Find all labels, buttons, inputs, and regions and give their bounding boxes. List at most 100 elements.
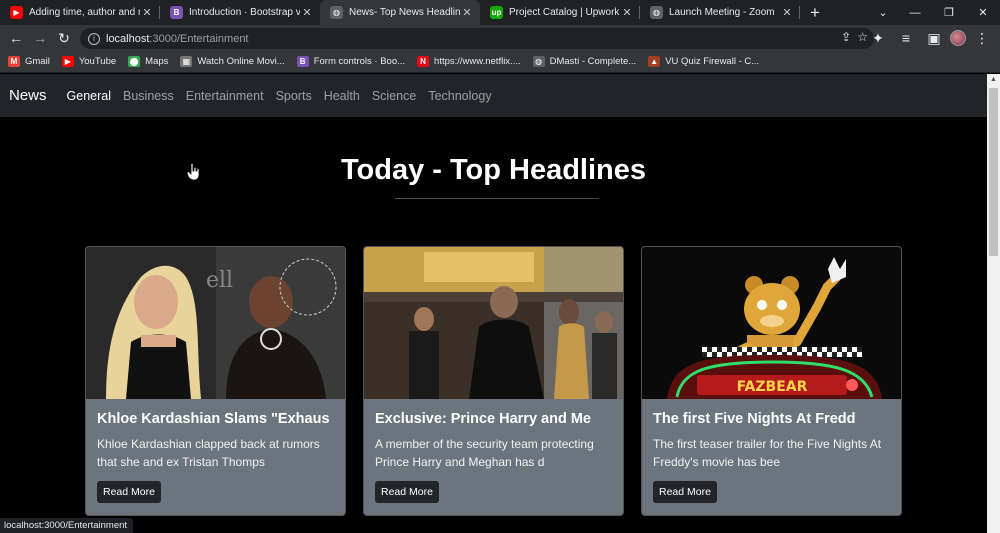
scroll-up-icon[interactable]: ▲: [990, 76, 997, 83]
nav-link-entertainment[interactable]: Entertainment: [186, 89, 264, 103]
bookmark-item[interactable]: ⬤ Maps: [128, 56, 168, 67]
svg-text:FAZBEAR: FAZBEAR: [737, 379, 808, 395]
tab-title: Launch Meeting - Zoom: [669, 7, 775, 18]
netflix-icon: N: [417, 56, 430, 67]
page-viewport: News General Business Entertainment Sports H…: [0, 74, 987, 533]
page-scrollbar[interactable]: ▲: [987, 74, 1000, 533]
nav-link-health[interactable]: Health: [324, 89, 360, 103]
svg-text:ell: ell: [206, 268, 233, 293]
tab-search-icon[interactable]: ⌄: [866, 0, 900, 25]
page-title: Today - Top Headlines: [340, 154, 647, 186]
profile-avatar[interactable]: [950, 30, 966, 46]
bookmark-label: Maps: [145, 56, 169, 67]
read-more-button[interactable]: Read More: [375, 481, 439, 503]
tab-separator: [799, 6, 800, 19]
bookmark-label: YouTube: [78, 56, 117, 67]
nav-link-general[interactable]: General: [67, 89, 111, 103]
site-info-icon[interactable]: i: [88, 32, 100, 45]
news-card: Exclusive: Prince Harry and Me A member …: [363, 246, 624, 516]
tab-title: Project Catalog | Upwork: [509, 7, 620, 18]
bookmark-item[interactable]: ▶ YouTube: [61, 56, 117, 67]
close-tab-icon[interactable]: ✕: [140, 6, 154, 19]
movie-icon: ▦: [180, 56, 193, 67]
news-card-title: The first Five Nights At Fredd: [653, 411, 856, 427]
address-path: :3000/Entertainment: [149, 32, 249, 45]
bootstrap-icon: B: [296, 56, 309, 67]
nav-link-sports[interactable]: Sports: [276, 89, 312, 103]
news-card-image: FAZBEAR: [642, 247, 901, 399]
read-more-button[interactable]: Read More: [653, 481, 717, 503]
youtube-icon: ▶: [10, 6, 23, 19]
maps-icon: ⬤: [128, 56, 141, 67]
navbar-brand[interactable]: News: [9, 87, 47, 104]
bookmark-label: VU Quiz Firewall - C...: [665, 56, 760, 67]
address-host: localhost: [106, 32, 150, 45]
bookmark-item[interactable]: Nhttps://www.netflix....: [417, 56, 521, 67]
browser-tab[interactable]: up Project Catalog | Upwork ✕: [480, 0, 640, 25]
tab-title: Adding time, author and new: [29, 7, 140, 18]
bookmark-label: Gmail: [25, 56, 50, 67]
news-card-title: Khloe Kardashian Slams "Exhaus: [97, 411, 330, 427]
bookmark-item[interactable]: M Gmail: [8, 56, 50, 67]
close-tab-icon[interactable]: ✕: [460, 6, 474, 19]
globe-icon: ◍: [650, 6, 663, 19]
bookmark-label: DMasti - Complete...: [549, 56, 637, 67]
news-card-text: Khloe Kardashian clapped back at rumors …: [97, 437, 320, 469]
close-tab-icon[interactable]: ✕: [300, 6, 314, 19]
menu-icon[interactable]: ⋮: [970, 26, 994, 50]
scrollbar-thumb[interactable]: [989, 88, 998, 256]
back-icon[interactable]: ←: [4, 26, 28, 50]
new-tab-button[interactable]: +: [802, 0, 828, 25]
status-bar-url: localhost:3000/Entertainment: [0, 518, 134, 533]
reload-icon[interactable]: ↻: [52, 26, 76, 50]
read-more-button[interactable]: Read More: [97, 481, 161, 503]
tab-title: News- Top News Headline a: [349, 7, 460, 18]
nav-link-technology[interactable]: Technology: [428, 89, 491, 103]
bookmark-item[interactable]: ▲ VU Quiz Firewall - C...: [648, 56, 759, 67]
address-bar[interactable]: i localhost:3000/Entertainment ⇪ ☆: [80, 28, 874, 49]
news-card-image: ell: [86, 247, 345, 399]
bookmark-label: https://www.netflix....: [434, 56, 521, 67]
news-card-text: A member of the security team protecting…: [375, 437, 594, 469]
close-tab-icon[interactable]: ✕: [620, 6, 634, 19]
close-window-icon[interactable]: ✕: [966, 0, 1000, 25]
tab-strip: ▶Adding time, author and new✕BIntroducti…: [0, 0, 1000, 25]
side-panel-icon[interactable]: ▣: [922, 26, 946, 50]
globe-icon: ◍: [330, 6, 343, 19]
browser-tab[interactable]: ◍ Launch Meeting - Zoom ✕: [640, 0, 800, 25]
news-card: ell Khloe Kardashian Slams "Exhaus Khloe…: [85, 246, 346, 516]
media-control-icon[interactable]: ≡: [894, 26, 918, 50]
forward-icon[interactable]: →: [28, 26, 52, 50]
news-card-image: [364, 247, 623, 399]
browser-tab[interactable]: B Introduction · Bootstrap v5.0✕: [160, 0, 320, 25]
youtube-icon: ▶: [61, 56, 74, 67]
news-card-title: Exclusive: Prince Harry and Me: [375, 411, 591, 427]
hand-cursor-icon: [187, 163, 200, 181]
close-tab-icon[interactable]: ✕: [780, 6, 794, 19]
bookmark-item[interactable]: ▦ Watch Online Movi...: [180, 56, 285, 67]
browser-toolbar: ← → ↻ i localhost:3000/Entertainment ⇪ ☆…: [0, 25, 1000, 51]
upwork-icon: up: [490, 6, 503, 19]
minimize-icon[interactable]: —: [898, 0, 932, 25]
browser-tab[interactable]: ▶ Adding time, author and new✕: [0, 0, 160, 25]
title-divider: [395, 198, 599, 199]
bookmark-item[interactable]: B Form controls · Boo...: [296, 56, 406, 67]
vu-icon: ▲: [648, 56, 661, 67]
news-card-text: The first teaser trailer for the Five Ni…: [653, 437, 882, 469]
bootstrap-icon: B: [170, 6, 183, 19]
bookmark-label: Watch Online Movi...: [197, 56, 285, 67]
globe-icon: ◍: [532, 56, 545, 67]
share-icon[interactable]: ⇪: [841, 30, 851, 44]
extensions-icon[interactable]: ✦: [866, 26, 890, 50]
navbar: News General Business Entertainment Sports H…: [0, 74, 987, 117]
bookmark-item[interactable]: ◍ DMasti - Complete...: [532, 56, 637, 67]
news-card: FAZBEAR The first Five Nights At Fredd T…: [641, 246, 902, 516]
nav-link-science[interactable]: Science: [372, 89, 416, 103]
bookmark-label: Form controls · Boo...: [313, 56, 406, 67]
gmail-icon: M: [8, 56, 20, 67]
bookmarks-bar: M Gmail ▶ YouTube ⬤ Maps ▦ Watch Online Movi...…: [0, 51, 1000, 73]
restore-icon[interactable]: ❐: [932, 0, 966, 25]
tab-title: Introduction · Bootstrap v5.0: [189, 7, 300, 18]
nav-link-business[interactable]: Business: [123, 89, 174, 103]
browser-tab[interactable]: ◍ News- Top News Headline a✕: [320, 0, 480, 25]
